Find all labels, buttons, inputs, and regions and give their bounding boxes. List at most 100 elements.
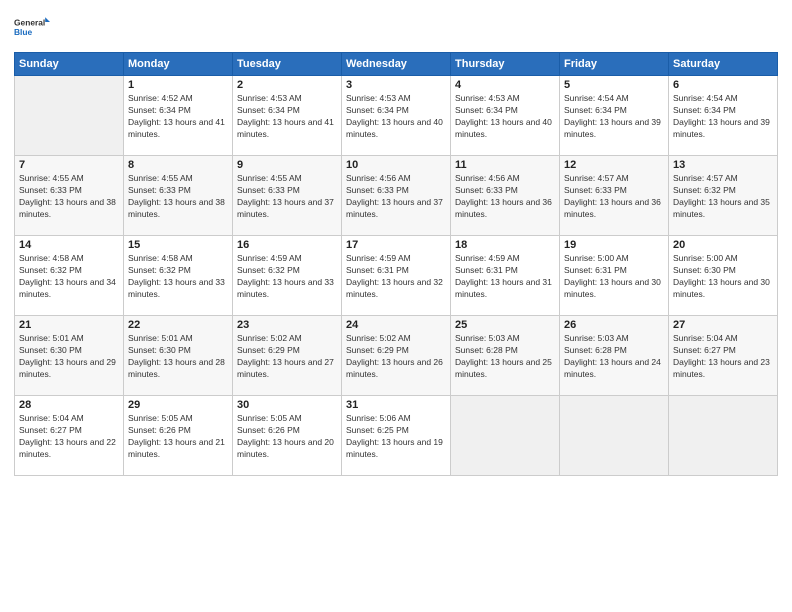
cell-4-3: 31 Sunrise: 5:06 AMSunset: 6:25 PMDaylig… [342,396,451,476]
cell-info: Sunrise: 4:58 AMSunset: 6:32 PMDaylight:… [128,253,225,299]
day-number: 22 [128,319,228,331]
cell-info: Sunrise: 4:57 AMSunset: 6:32 PMDaylight:… [673,173,770,219]
header: General Blue [14,10,778,46]
week-row-1: 1 Sunrise: 4:52 AMSunset: 6:34 PMDayligh… [15,76,778,156]
cell-info: Sunrise: 4:55 AMSunset: 6:33 PMDaylight:… [237,173,334,219]
day-number: 4 [455,79,555,91]
cell-4-5 [560,396,669,476]
cell-info: Sunrise: 5:05 AMSunset: 6:26 PMDaylight:… [128,413,225,459]
cell-3-5: 26 Sunrise: 5:03 AMSunset: 6:28 PMDaylig… [560,316,669,396]
day-number: 26 [564,319,664,331]
header-sunday: Sunday [15,53,124,76]
cell-info: Sunrise: 5:04 AMSunset: 6:27 PMDaylight:… [19,413,116,459]
day-number: 19 [564,239,664,251]
cell-4-6 [669,396,778,476]
cell-2-4: 18 Sunrise: 4:59 AMSunset: 6:31 PMDaylig… [451,236,560,316]
cell-info: Sunrise: 4:53 AMSunset: 6:34 PMDaylight:… [237,93,334,139]
cell-1-4: 11 Sunrise: 4:56 AMSunset: 6:33 PMDaylig… [451,156,560,236]
day-header-row: SundayMondayTuesdayWednesdayThursdayFrid… [15,53,778,76]
day-number: 11 [455,159,555,171]
day-number: 10 [346,159,446,171]
cell-info: Sunrise: 4:59 AMSunset: 6:32 PMDaylight:… [237,253,334,299]
day-number: 2 [237,79,337,91]
cell-info: Sunrise: 4:54 AMSunset: 6:34 PMDaylight:… [673,93,770,139]
header-wednesday: Wednesday [342,53,451,76]
cell-info: Sunrise: 4:54 AMSunset: 6:34 PMDaylight:… [564,93,661,139]
cell-info: Sunrise: 5:04 AMSunset: 6:27 PMDaylight:… [673,333,770,379]
header-thursday: Thursday [451,53,560,76]
cell-info: Sunrise: 4:52 AMSunset: 6:34 PMDaylight:… [128,93,225,139]
cell-info: Sunrise: 4:53 AMSunset: 6:34 PMDaylight:… [455,93,552,139]
week-row-5: 28 Sunrise: 5:04 AMSunset: 6:27 PMDaylig… [15,396,778,476]
cell-1-3: 10 Sunrise: 4:56 AMSunset: 6:33 PMDaylig… [342,156,451,236]
week-row-3: 14 Sunrise: 4:58 AMSunset: 6:32 PMDaylig… [15,236,778,316]
day-number: 7 [19,159,119,171]
cell-info: Sunrise: 5:01 AMSunset: 6:30 PMDaylight:… [128,333,225,379]
day-number: 15 [128,239,228,251]
cell-info: Sunrise: 5:05 AMSunset: 6:26 PMDaylight:… [237,413,334,459]
cell-0-0 [15,76,124,156]
week-row-2: 7 Sunrise: 4:55 AMSunset: 6:33 PMDayligh… [15,156,778,236]
cell-1-0: 7 Sunrise: 4:55 AMSunset: 6:33 PMDayligh… [15,156,124,236]
cell-info: Sunrise: 5:03 AMSunset: 6:28 PMDaylight:… [455,333,552,379]
svg-text:Blue: Blue [14,27,33,37]
cell-2-6: 20 Sunrise: 5:00 AMSunset: 6:30 PMDaylig… [669,236,778,316]
week-row-4: 21 Sunrise: 5:01 AMSunset: 6:30 PMDaylig… [15,316,778,396]
day-number: 25 [455,319,555,331]
day-number: 28 [19,399,119,411]
day-number: 16 [237,239,337,251]
cell-info: Sunrise: 4:53 AMSunset: 6:34 PMDaylight:… [346,93,443,139]
cell-info: Sunrise: 4:55 AMSunset: 6:33 PMDaylight:… [128,173,225,219]
day-number: 18 [455,239,555,251]
cell-4-2: 30 Sunrise: 5:05 AMSunset: 6:26 PMDaylig… [233,396,342,476]
cell-info: Sunrise: 4:56 AMSunset: 6:33 PMDaylight:… [346,173,443,219]
cell-3-3: 24 Sunrise: 5:02 AMSunset: 6:29 PMDaylig… [342,316,451,396]
calendar-table: SundayMondayTuesdayWednesdayThursdayFrid… [14,52,778,476]
cell-0-6: 6 Sunrise: 4:54 AMSunset: 6:34 PMDayligh… [669,76,778,156]
cell-info: Sunrise: 5:01 AMSunset: 6:30 PMDaylight:… [19,333,116,379]
header-saturday: Saturday [669,53,778,76]
cell-info: Sunrise: 4:55 AMSunset: 6:33 PMDaylight:… [19,173,116,219]
cell-3-2: 23 Sunrise: 5:02 AMSunset: 6:29 PMDaylig… [233,316,342,396]
day-number: 20 [673,239,773,251]
cell-info: Sunrise: 4:58 AMSunset: 6:32 PMDaylight:… [19,253,116,299]
day-number: 13 [673,159,773,171]
header-tuesday: Tuesday [233,53,342,76]
day-number: 6 [673,79,773,91]
cell-info: Sunrise: 4:59 AMSunset: 6:31 PMDaylight:… [455,253,552,299]
cell-2-2: 16 Sunrise: 4:59 AMSunset: 6:32 PMDaylig… [233,236,342,316]
cell-2-1: 15 Sunrise: 4:58 AMSunset: 6:32 PMDaylig… [124,236,233,316]
day-number: 24 [346,319,446,331]
day-number: 31 [346,399,446,411]
cell-4-1: 29 Sunrise: 5:05 AMSunset: 6:26 PMDaylig… [124,396,233,476]
cell-info: Sunrise: 5:00 AMSunset: 6:30 PMDaylight:… [673,253,770,299]
header-monday: Monday [124,53,233,76]
cell-info: Sunrise: 5:00 AMSunset: 6:31 PMDaylight:… [564,253,661,299]
main-container: General Blue SundayMondayTuesdayWednesda… [0,0,792,486]
day-number: 8 [128,159,228,171]
cell-0-3: 3 Sunrise: 4:53 AMSunset: 6:34 PMDayligh… [342,76,451,156]
day-number: 29 [128,399,228,411]
cell-info: Sunrise: 4:57 AMSunset: 6:33 PMDaylight:… [564,173,661,219]
cell-2-5: 19 Sunrise: 5:00 AMSunset: 6:31 PMDaylig… [560,236,669,316]
day-number: 5 [564,79,664,91]
cell-4-0: 28 Sunrise: 5:04 AMSunset: 6:27 PMDaylig… [15,396,124,476]
cell-info: Sunrise: 5:02 AMSunset: 6:29 PMDaylight:… [237,333,334,379]
day-number: 14 [19,239,119,251]
day-number: 17 [346,239,446,251]
cell-info: Sunrise: 4:56 AMSunset: 6:33 PMDaylight:… [455,173,552,219]
cell-2-0: 14 Sunrise: 4:58 AMSunset: 6:32 PMDaylig… [15,236,124,316]
cell-3-1: 22 Sunrise: 5:01 AMSunset: 6:30 PMDaylig… [124,316,233,396]
logo-svg: General Blue [14,10,50,46]
svg-text:General: General [14,18,45,28]
cell-0-5: 5 Sunrise: 4:54 AMSunset: 6:34 PMDayligh… [560,76,669,156]
cell-3-6: 27 Sunrise: 5:04 AMSunset: 6:27 PMDaylig… [669,316,778,396]
day-number: 3 [346,79,446,91]
header-friday: Friday [560,53,669,76]
cell-0-4: 4 Sunrise: 4:53 AMSunset: 6:34 PMDayligh… [451,76,560,156]
day-number: 1 [128,79,228,91]
cell-1-5: 12 Sunrise: 4:57 AMSunset: 6:33 PMDaylig… [560,156,669,236]
cell-3-0: 21 Sunrise: 5:01 AMSunset: 6:30 PMDaylig… [15,316,124,396]
cell-1-1: 8 Sunrise: 4:55 AMSunset: 6:33 PMDayligh… [124,156,233,236]
cell-info: Sunrise: 5:03 AMSunset: 6:28 PMDaylight:… [564,333,661,379]
